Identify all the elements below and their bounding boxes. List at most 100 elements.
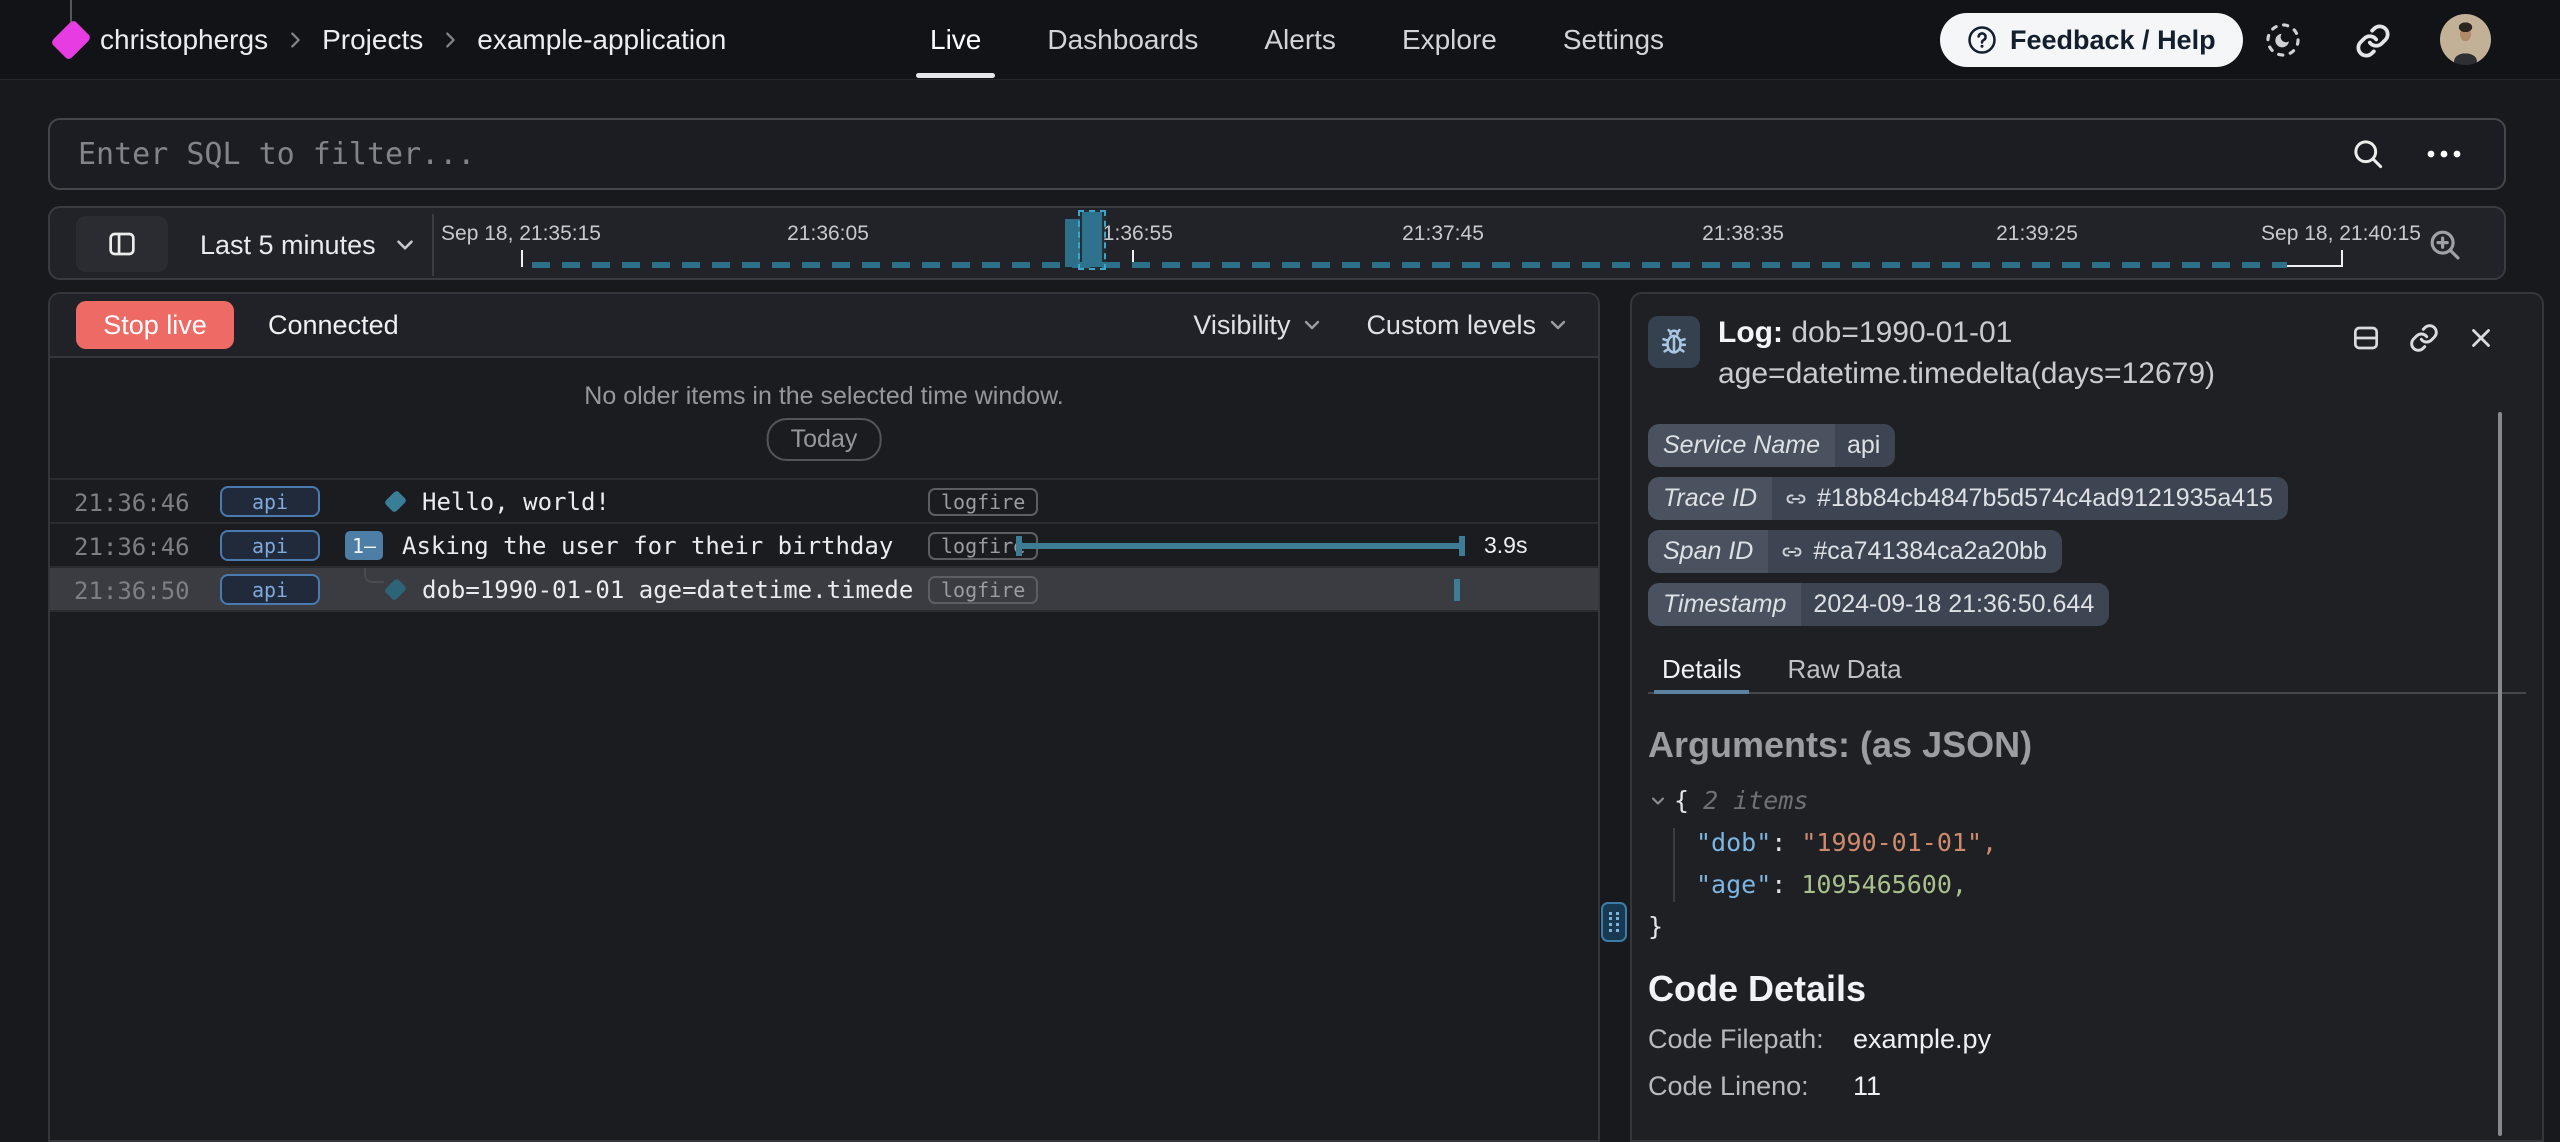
panel-resize-handle[interactable] (1601, 902, 1627, 942)
arguments-heading-text: Arguments: (1648, 724, 1850, 765)
histogram-selection-window[interactable] (1078, 210, 1106, 270)
tab-details[interactable]: Details (1662, 646, 1741, 692)
breadcrumb-projects[interactable]: Projects (322, 24, 423, 56)
json-key: "dob" (1696, 822, 1771, 864)
code-details-heading: Code Details (1648, 968, 1866, 1010)
sql-filter-bar (48, 118, 2506, 190)
attribute-badges: Service Name api Trace ID #18b84cb4847b5… (1648, 424, 2288, 626)
timeline-bar: Last 5 minutes Sep 18, 21:35:15 21:36:05… (48, 206, 2506, 280)
json-colon: : (1771, 864, 1801, 906)
trace-link-icon[interactable] (1784, 487, 1808, 511)
collapse-caret-icon[interactable] (1648, 791, 1668, 811)
panel-left-icon (106, 228, 138, 260)
feedback-help-button[interactable]: Feedback / Help (1940, 13, 2243, 67)
user-avatar[interactable] (2440, 14, 2491, 65)
badge-label: Trace ID (1648, 477, 1772, 520)
today-button[interactable]: Today (767, 418, 882, 461)
time-range-dropdown[interactable]: Last 5 minutes (200, 208, 418, 282)
tree-connector (364, 568, 384, 583)
live-log-panel: Stop live Connected Visibility Custom le… (48, 292, 1600, 1142)
badge-label: Span ID (1648, 530, 1768, 573)
empty-window-message: No older items in the selected time wind… (50, 382, 1598, 411)
badge-value: 2024-09-18 21:36:50.644 (1801, 583, 2109, 626)
tab-dashboards[interactable]: Dashboards (1047, 0, 1198, 80)
timeline-tick-label: Sep 18, 21:40:15 (2261, 222, 2421, 246)
log-message: dob=1990-01-01 age=datetime.timede (422, 576, 913, 604)
code-details-rows: Code Filepath: example.py Code Lineno: 1… (1648, 1024, 1991, 1102)
log-row-selected[interactable]: 21:36:50 api dob=1990-01-01 age=datetime… (50, 568, 1598, 612)
span-link-icon[interactable] (1780, 540, 1804, 564)
tab-alerts[interactable]: Alerts (1264, 0, 1336, 80)
sql-filter-input[interactable] (50, 120, 2350, 188)
tab-raw-data[interactable]: Raw Data (1787, 646, 1901, 692)
code-filepath-label: Code Filepath: (1648, 1024, 1853, 1055)
custom-levels-dropdown[interactable]: Custom levels (1366, 310, 1570, 341)
more-options-icon[interactable] (2424, 147, 2464, 161)
close-icon[interactable] (2466, 323, 2496, 353)
sidebar-toggle-button[interactable] (76, 216, 168, 272)
tab-explore[interactable]: Explore (1402, 0, 1497, 80)
code-lineno-label: Code Lineno: (1648, 1071, 1853, 1102)
chevron-down-icon (1546, 313, 1570, 337)
question-circle-icon (1967, 25, 1997, 55)
chevron-down-icon (1300, 313, 1324, 337)
chevron-down-icon (392, 232, 418, 258)
breadcrumb-org[interactable]: christophergs (100, 24, 268, 56)
detail-title-text: dob=1990-01-01 age=datetime.timedelta(da… (1718, 316, 2215, 390)
json-string-value: "1990-01-01", (1801, 822, 1997, 864)
timeline-divider (432, 214, 434, 276)
tab-live[interactable]: Live (930, 0, 981, 80)
arguments-json: {2 items "dob": "1990-01-01", "age": 109… (1648, 780, 1997, 948)
tab-settings[interactable]: Settings (1563, 0, 1664, 80)
split-view-icon[interactable] (2350, 322, 2382, 354)
visibility-dropdown[interactable]: Visibility (1193, 310, 1324, 341)
timestamp-badge: Timestamp 2024-09-18 21:36:50.644 (1648, 583, 2109, 626)
copy-link-icon[interactable] (2408, 322, 2440, 354)
breadcrumb: christophergs Projects example-applicati… (100, 0, 726, 80)
bug-icon (1657, 325, 1691, 359)
log-rows: 21:36:46 api Hello, world! logfire 21:36… (50, 478, 1598, 612)
theme-toggle-icon[interactable] (2262, 19, 2304, 61)
log-row[interactable]: 21:36:46 api 1– Asking the user for thei… (50, 524, 1598, 568)
detail-tabs: Details Raw Data (1648, 646, 2526, 694)
badge-value: #18b84cb4847b5d574c4ad9121935a415 (1817, 484, 2273, 513)
stop-live-button[interactable]: Stop live (76, 301, 234, 349)
service-badge: api (220, 530, 320, 561)
chevron-right-icon (284, 29, 306, 51)
details-panel: Log: dob=1990-01-01 age=datetime.timedel… (1630, 292, 2544, 1142)
timeline-tickmark (521, 250, 523, 267)
zoom-in-icon[interactable] (2426, 226, 2464, 264)
log-message: Hello, world! (422, 488, 610, 516)
service-badge: api (220, 574, 320, 605)
code-lineno-value: 11 (1853, 1071, 1991, 1102)
timeline-end-marker (2284, 265, 2343, 267)
json-colon: : (1771, 822, 1801, 864)
log-time-marker (1454, 579, 1460, 601)
code-filepath-value: example.py (1853, 1024, 1991, 1055)
json-indent-guide (1673, 828, 1675, 902)
json-close-brace: } (1648, 906, 1663, 948)
logfire-logo-icon[interactable] (50, 19, 91, 60)
service-name-badge: Service Name api (1648, 424, 1895, 467)
json-number-value: 1095465600, (1801, 864, 1967, 906)
details-scrollbar[interactable] (2498, 412, 2502, 1136)
badge-label: Service Name (1648, 424, 1835, 467)
arguments-heading-suffix: (as JSON) (1860, 724, 2032, 765)
breadcrumb-project-name[interactable]: example-application (477, 24, 726, 56)
share-link-icon[interactable] (2354, 22, 2392, 60)
time-range-label: Last 5 minutes (200, 230, 376, 261)
debug-level-tile (1648, 316, 1700, 368)
log-row[interactable]: 21:36:46 api Hello, world! logfire (50, 480, 1598, 524)
top-nav: christophergs Projects example-applicati… (0, 0, 2560, 80)
live-panel-header: Stop live Connected Visibility Custom le… (50, 294, 1598, 358)
span-duration-bar (1016, 536, 1465, 556)
timeline-tick-label: 21:38:35 (1702, 222, 1784, 246)
detail-title: Log: dob=1990-01-01 age=datetime.timedel… (1718, 312, 2318, 394)
connection-status: Connected (268, 310, 399, 341)
json-key: "age" (1696, 864, 1771, 906)
collapse-children-toggle[interactable]: 1– (345, 531, 383, 560)
search-icon[interactable] (2350, 136, 2386, 172)
feedback-help-label: Feedback / Help (2010, 25, 2216, 56)
trace-id-badge: Trace ID #18b84cb4847b5d574c4ad9121935a4… (1648, 477, 2288, 520)
log-timestamp: 21:36:46 (74, 489, 190, 517)
